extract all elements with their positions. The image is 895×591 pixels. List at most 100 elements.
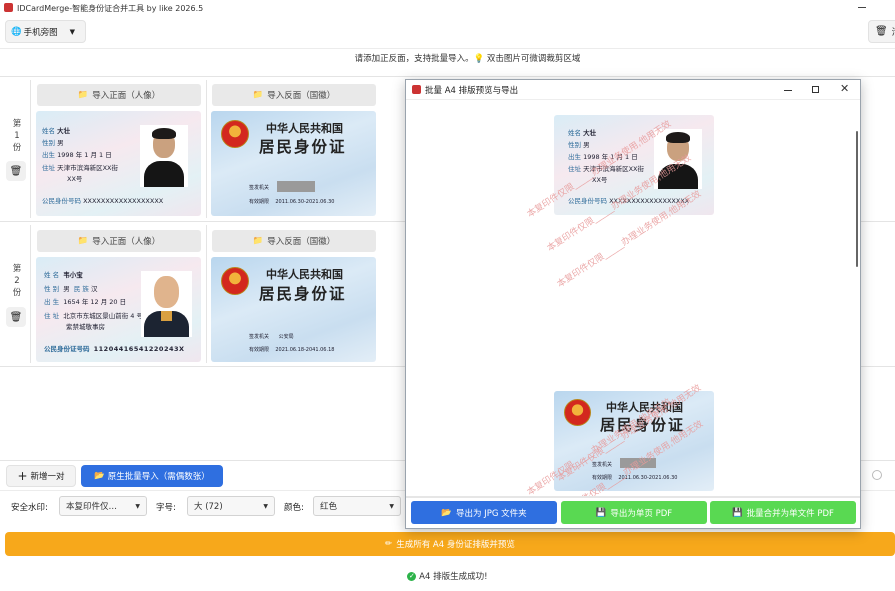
folder-icon: 📂 xyxy=(441,507,452,518)
radio-button[interactable] xyxy=(872,470,882,480)
close-icon[interactable]: ✕ xyxy=(840,82,849,95)
mode-dropdown[interactable]: 🌐 手机旁图 ▼ xyxy=(5,20,86,43)
column-divider xyxy=(206,225,207,363)
maximize-icon[interactable] xyxy=(812,86,819,93)
watermark-label: 安全水印: xyxy=(11,503,48,513)
field-label: 公民身份号码 xyxy=(568,197,607,205)
nation-value: 汉 xyxy=(91,285,98,293)
color-select[interactable]: 红色 ▼ xyxy=(313,496,401,516)
row-label: 第 2 份 xyxy=(11,263,23,299)
status-bar: ✓ A4 排版生成成功! xyxy=(0,570,895,582)
card-title-line2: 居民身份证 xyxy=(259,284,347,303)
card-title-line1: 中华人民共和国 xyxy=(266,268,343,281)
fontsize-select[interactable]: 大 (72) ▼ xyxy=(187,496,275,516)
field-label: 住址 xyxy=(42,164,55,172)
valid-value: 2011.06.30-2021.06.30 xyxy=(275,199,335,205)
generate-label: 生成所有 A4 身份证排版并预览 xyxy=(396,540,515,550)
modal-footer-divider xyxy=(406,496,860,498)
valid-label: 有效期限 xyxy=(249,347,270,353)
import-back-button[interactable]: 📁 导入反面（国徽） xyxy=(212,230,376,252)
id-number: XXXXXXXXXXXXXXXXXX xyxy=(83,197,164,205)
export-pdf-single-button[interactable]: 💾 导出为单页 PDF xyxy=(561,501,707,524)
minimize-icon[interactable] xyxy=(858,7,866,8)
preview-id-back: 中华人民共和国 居民身份证 签发机关 有效期限 2011.06.30-2021.… xyxy=(554,391,714,491)
folder-icon: 📁 xyxy=(252,236,264,246)
sex-value: 男 xyxy=(57,139,64,147)
valid-label: 有效期限 xyxy=(249,199,270,205)
folder-icon: 📁 xyxy=(77,90,89,100)
id-number: 11204416541220243X xyxy=(93,345,185,353)
id-back-image[interactable]: 中华人民共和国 居民身份证 签发机关 公安局 有效期限 2021.06.18-2… xyxy=(211,257,376,362)
id-front-image[interactable]: 姓名 大壮 性别 男 出生 1998 年 1 月 1 日 住址 天津市滨海新区X… xyxy=(36,111,201,216)
field-label: 民 族 xyxy=(73,285,89,293)
birth-value: 1998 年 1 月 1 日 xyxy=(57,151,112,159)
sex-value: 男 xyxy=(63,285,70,293)
export-jpg-label: 导出为 JPG 文件夹 xyxy=(455,508,527,519)
address-line2: 紫禁城敬事房 xyxy=(66,323,105,331)
row-label-num: 2 xyxy=(14,276,20,286)
folder-icon: 📂 xyxy=(94,471,105,481)
column-divider xyxy=(30,80,31,218)
column-divider xyxy=(30,225,31,363)
name-value: 韦小宝 xyxy=(63,271,83,279)
batch-import-button[interactable]: 📂 原生批量导入（需偶数张） xyxy=(81,465,223,487)
add-pair-label: 新增一对 xyxy=(30,472,65,482)
window-title: IDCardMerge-智能身份证合并工具 by like 2026.5 xyxy=(17,4,204,13)
id-front-image[interactable]: 姓 名 韦小宝 性 别 男 民 族 汉 出 生 1654 年 12 月 20 日… xyxy=(36,257,201,362)
add-pair-button[interactable]: + 新增一对 xyxy=(6,465,76,487)
row-label-top: 第 xyxy=(12,264,22,274)
globe-icon: 🌐 xyxy=(11,26,22,37)
import-back-label: 导入反面（国徽） xyxy=(267,237,336,247)
national-emblem-icon xyxy=(564,399,591,426)
portrait-photo xyxy=(140,125,188,187)
status-text: A4 排版生成成功! xyxy=(419,572,488,582)
valid-value: 2021.06.18-2041.06.18 xyxy=(275,347,335,353)
export-pdf-single-label: 导出为单页 PDF xyxy=(610,508,673,519)
title-bar: IDCardMerge-智能身份证合并工具 by like 2026.5 xyxy=(0,0,895,16)
address-line1: 天津市滨海新区XX街 xyxy=(57,164,118,172)
app-icon xyxy=(412,85,421,94)
field-label: 公民身份证号码 xyxy=(44,345,90,353)
watermark-select[interactable]: 本复印件仅… ▼ xyxy=(59,496,147,516)
export-jpg-button[interactable]: 📂 导出为 JPG 文件夹 xyxy=(411,501,557,524)
trash-icon: 🗑 xyxy=(9,311,23,323)
chevron-down-icon: ▼ xyxy=(263,502,268,510)
field-label: 住 址 xyxy=(44,312,60,320)
sex-value: 男 xyxy=(583,141,590,149)
minimize-icon[interactable] xyxy=(784,90,792,91)
app-icon xyxy=(4,3,13,12)
scrollbar-thumb[interactable] xyxy=(856,131,858,267)
export-pdf-merge-button[interactable]: 💾 批量合并为单文件 PDF xyxy=(710,501,856,524)
fontsize-label: 字号: xyxy=(156,503,176,513)
id-back-image[interactable]: 中华人民共和国 居民身份证 签发机关 有效期限 2011.06.30-2021.… xyxy=(211,111,376,216)
modal-title: 批量 A4 排版预览与导出 xyxy=(425,86,519,96)
folder-icon: 📁 xyxy=(77,236,89,246)
preview-modal: 批量 A4 排版预览与导出 ✕ 姓名 大壮 性别 男 出生 1998 年 1 月… xyxy=(405,79,861,529)
card-title-line2: 居民身份证 xyxy=(259,137,347,156)
row-label-num: 1 xyxy=(14,131,20,141)
authority-label: 签发机关 xyxy=(249,185,270,191)
redacted-box xyxy=(277,181,315,192)
row-label-top: 第 xyxy=(12,119,22,129)
generate-button[interactable]: ✏ 生成所有 A4 身份证排版并预览 xyxy=(5,532,895,556)
import-back-button[interactable]: 📁 导入反面（国徽） xyxy=(212,84,376,106)
field-label: 性 别 xyxy=(44,285,60,293)
save-icon: 💾 xyxy=(732,507,743,518)
a4-preview-canvas: 姓名 大壮 性别 男 出生 1998 年 1 月 1 日 住址 天津市滨海新区X… xyxy=(406,101,860,496)
field-label: 出 生 xyxy=(44,298,60,306)
row-label: 第 1 份 xyxy=(11,118,23,154)
name-value: 大壮 xyxy=(583,129,597,137)
row-label-bottom: 份 xyxy=(12,288,22,298)
delete-row-button[interactable]: 🗑 xyxy=(6,161,26,181)
import-front-button[interactable]: 📁 导入正面（人像） xyxy=(37,230,201,252)
delete-row-button[interactable]: 🗑 xyxy=(6,307,26,327)
import-front-button[interactable]: 📁 导入正面（人像） xyxy=(37,84,201,106)
export-pdf-merge-label: 批量合并为单文件 PDF xyxy=(746,508,834,519)
import-front-label: 导入正面（人像） xyxy=(92,91,161,101)
field-label: 姓 名 xyxy=(44,271,60,279)
row-label-bottom: 份 xyxy=(12,143,22,153)
field-label: 性别 xyxy=(568,141,581,149)
chevron-down-icon: ▼ xyxy=(135,502,140,510)
name-value: 大壮 xyxy=(57,127,71,135)
clear-button[interactable]: 🗑 清 xyxy=(868,20,895,43)
